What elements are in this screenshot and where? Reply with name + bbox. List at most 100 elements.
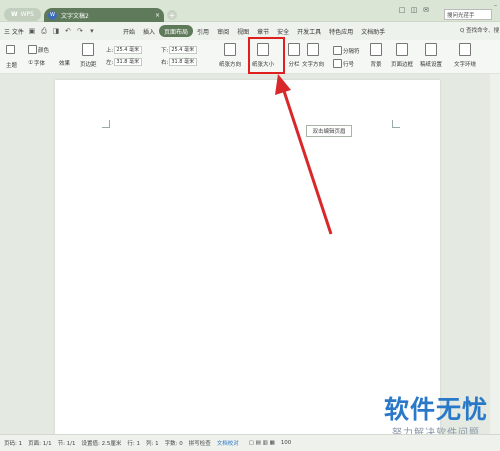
top-margin-label: 上: [106, 48, 114, 54]
left-margin-input[interactable]: 31.8 毫米 [114, 58, 143, 66]
status-word-count: 字数: 0 [164, 441, 183, 447]
spell-check-toggle[interactable]: 拼写检查 [189, 439, 211, 447]
margin-corner-top-right [392, 120, 400, 128]
page-border-icon [396, 43, 408, 56]
mail-icon[interactable]: ✉ [422, 6, 430, 14]
window-icon[interactable]: □ [398, 6, 406, 14]
top-margin-input[interactable]: 25.4 毫米 [114, 46, 143, 54]
watermark-title: 软件无忧 [383, 395, 488, 424]
line-number-label: 行号 [343, 61, 355, 68]
palette-icon [28, 45, 37, 54]
font-button[interactable]: ① 字体 [28, 59, 45, 67]
effect-label: 效果 [59, 61, 71, 67]
paper-size-highlight [248, 37, 285, 74]
bottom-margin-label: 下: [161, 48, 169, 54]
columns-button[interactable]: 分栏 [288, 43, 300, 68]
doc-check-link[interactable]: 文档校对 [217, 439, 239, 447]
orientation-label: 纸张方向 [219, 62, 242, 68]
user-account[interactable]: 搜问光荏手 [444, 9, 492, 20]
save-icon[interactable]: ▣ [28, 27, 36, 35]
text-direction-button[interactable]: 文字方向 [302, 43, 324, 68]
wps-logo-icon: W [11, 11, 18, 18]
text-direction-icon [307, 43, 319, 56]
columns-label: 分栏 [288, 62, 300, 68]
break-button[interactable]: 分隔符 [333, 46, 360, 55]
line-number-icon [333, 59, 342, 68]
background-button[interactable]: 背景 [370, 43, 382, 68]
orientation-button[interactable]: 纸张方向 [219, 43, 241, 68]
menu-item-6[interactable]: 章节 [253, 25, 273, 37]
margin-corner-top-left [102, 120, 110, 128]
left-margin-field[interactable]: 左: 31.8 毫米 [106, 58, 143, 66]
menu-item-3[interactable]: 引用 [193, 25, 213, 37]
theme-button[interactable]: 主题 [6, 45, 17, 69]
header-edit-tip[interactable]: 双击编辑页眉 [306, 125, 352, 137]
bottom-margin-input[interactable]: 25.4 毫米 [169, 46, 198, 54]
zoom-level[interactable]: 100 [281, 440, 292, 446]
new-tab-button[interactable]: + [167, 10, 177, 20]
more-icon[interactable]: ▾ [88, 27, 96, 35]
break-icon [333, 46, 342, 55]
status-setting: 设置值: 2.5厘米 [81, 441, 122, 447]
columns-icon [288, 43, 300, 56]
print-icon[interactable]: ⎙ [40, 27, 48, 35]
document-icon: W [48, 10, 57, 20]
text-wrap-button[interactable]: 文字环绕 [454, 43, 476, 68]
menu-item-0[interactable]: 开始 [119, 25, 139, 37]
margin-button[interactable]: 页边距 [80, 43, 97, 68]
background-icon [370, 43, 382, 56]
wps-tab-label: WPS [20, 11, 34, 18]
margin-icon [82, 43, 95, 56]
color-button[interactable]: 颜色 [28, 45, 49, 54]
menu-item-1[interactable]: 插入 [139, 25, 159, 37]
skin-icon[interactable]: ◫ [410, 6, 418, 14]
draft-settings-label: 稿纸设置 [420, 62, 443, 68]
draft-settings-button[interactable]: 稿纸设置 [420, 43, 442, 68]
menu-item-5[interactable]: 视图 [233, 25, 253, 37]
document-tab[interactable]: W 文字文稿2 × [44, 8, 164, 22]
menu-item-7[interactable]: 安全 [273, 25, 293, 37]
text-wrap-icon [459, 43, 471, 56]
document-page[interactable] [55, 80, 440, 434]
status-row: 行: 1 [127, 441, 140, 447]
menu-item-10[interactable]: 文档助手 [357, 25, 389, 37]
redo-icon[interactable]: ↷ [76, 27, 84, 35]
menu-item-2[interactable]: 页面布局 [159, 25, 194, 37]
line-number-button[interactable]: 行号 [333, 59, 354, 68]
status-section: 节: 1/1 [57, 441, 76, 447]
command-search[interactable]: Q 查找命令、搜 [460, 26, 499, 34]
bottom-margin-field[interactable]: 下: 25.4 毫米 [161, 46, 198, 54]
orientation-icon [224, 43, 236, 56]
menu-items: 开始 插入 页面布局 引用 审阅 视图 章节 安全 开发工具 特色应用 文档助手 [119, 25, 389, 37]
menu-item-8[interactable]: 开发工具 [293, 25, 325, 37]
preview-icon[interactable]: ◨ [52, 27, 60, 35]
font-label: 字体 [33, 61, 45, 67]
menu-item-9[interactable]: 特色应用 [325, 25, 357, 37]
text-wrap-label: 文字环绕 [454, 62, 477, 68]
view-mode-icons[interactable]: ▢ ▤ ▥ ▦ [249, 440, 275, 446]
undo-icon[interactable]: ↶ [64, 27, 72, 35]
top-margin-field[interactable]: 上: 25.4 毫米 [106, 46, 143, 54]
file-menu[interactable]: 三 文件 [4, 27, 24, 36]
right-margin-field[interactable]: 右: 31.8 毫米 [161, 58, 198, 66]
menu-item-4[interactable]: 审阅 [213, 25, 233, 37]
status-bar: 页码: 1 页面: 1/1 节: 1/1 设置值: 2.5厘米 行: 1 列: … [0, 434, 500, 451]
right-margin-input[interactable]: 31.8 毫米 [169, 58, 198, 66]
text-direction-label: 文字方向 [302, 62, 325, 68]
close-tab-icon[interactable]: × [155, 12, 160, 19]
theme-label: 主题 [6, 63, 18, 69]
left-margin-label: 左: [106, 60, 114, 66]
window-controls: – [494, 2, 497, 9]
vertical-scrollbar[interactable] [490, 74, 500, 434]
break-label: 分隔符 [343, 48, 360, 55]
title-bar: W WPS W 文字文稿2 × + □ ◫ ✉ 搜问光荏手 – [0, 0, 500, 22]
effect-button[interactable]: 效果 [59, 59, 70, 67]
minimize-icon[interactable]: – [494, 2, 497, 9]
page-border-label: 页面边框 [391, 62, 414, 68]
font-icon: ① [28, 60, 33, 66]
watermark: 软件无忧 努力解决软件问题 [381, 395, 491, 440]
document-tab-label: 文字文稿2 [61, 12, 89, 20]
wps-home-tab[interactable]: W WPS [4, 8, 41, 21]
page-border-button[interactable]: 页面边框 [391, 43, 413, 68]
theme-icon [6, 45, 15, 54]
